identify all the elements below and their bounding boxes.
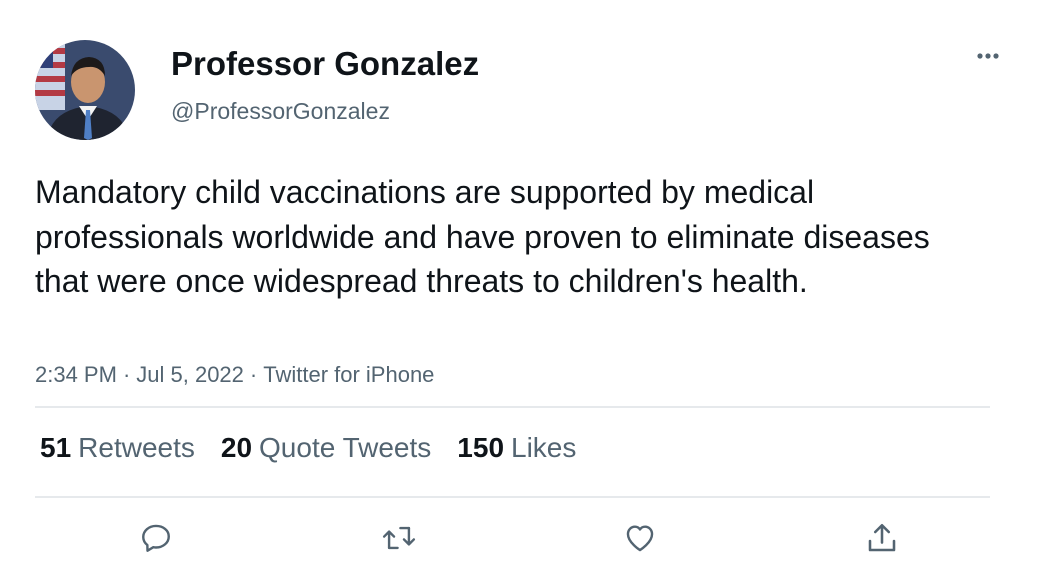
divider-top [35,406,990,408]
share-icon [868,523,896,552]
share-button[interactable] [862,518,902,558]
heart-icon [626,525,654,552]
quote-tweets-stat[interactable]: 20 Quote Tweets [221,430,431,466]
retweet-button[interactable] [379,518,419,558]
reply-icon [142,524,170,552]
tweet-metadata: 2:34 PM · Jul 5, 2022 · Twitter for iPhone [35,360,434,390]
likes-label: Likes [511,432,577,463]
tweet-date[interactable]: Jul 5, 2022 [136,362,244,387]
display-name[interactable]: Professor Gonzalez [171,44,479,84]
tweet-source[interactable]: Twitter for iPhone [263,362,434,387]
divider-bottom [35,496,990,498]
more-options-button[interactable] [968,40,1008,72]
retweets-label: Retweets [78,432,195,463]
tweet-time[interactable]: 2:34 PM [35,362,117,387]
avatar-image [35,40,135,140]
retweets-stat[interactable]: 51 Retweets [40,430,195,466]
quote-tweets-count: 20 [220,432,253,463]
engagement-stats: 51 Retweets 20 Quote Tweets 150 Likes [40,430,602,466]
separator-dot: · [122,362,131,387]
retweets-count: 51 [40,432,72,463]
avatar[interactable] [35,40,135,140]
tweet-text: Mandatory child vaccinations are support… [35,174,930,299]
likes-count: 150 [457,432,505,463]
user-handle[interactable]: @ProfessorGonzalez [171,96,390,126]
reply-button[interactable] [136,518,176,558]
retweet-icon [382,526,416,550]
like-button[interactable] [620,518,660,558]
quote-tweets-label: Quote Tweets [259,432,432,463]
separator-dot: · [249,362,258,387]
more-horizontal-icon [977,53,999,59]
likes-stat[interactable]: 150 Likes [457,430,576,466]
